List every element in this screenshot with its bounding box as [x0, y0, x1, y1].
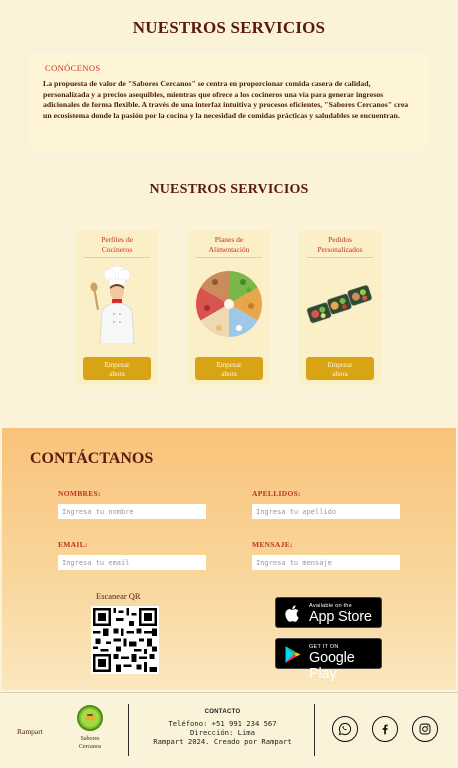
start-now-button[interactable]: Empezar ahora [306, 357, 374, 380]
divider [128, 704, 129, 756]
meal-containers-illustration [306, 284, 373, 324]
google-play-big-text: Google Play [309, 650, 355, 682]
footer-contact-title: CONTACTO [204, 709, 241, 715]
divider [196, 257, 262, 258]
divider [314, 704, 315, 756]
email-label: EMAIL: [58, 540, 88, 549]
qr-label: Escanear QR [96, 591, 141, 601]
footer-brand: Rampart [17, 727, 43, 736]
card-title-line1: Planes de [214, 235, 244, 244]
footer: Rampart Sabores Cercanos CONTACTO Teléfo… [0, 692, 458, 768]
footer-contact: CONTACTO Teléfono: +51 991 234 567 Direc… [140, 709, 305, 747]
button-line2: ahora [109, 370, 125, 378]
about-label: CONÓCENOS [45, 63, 101, 73]
service-card-custom-orders: Pedidos Personalizados Empezar ahora [299, 230, 381, 385]
google-play-icon [285, 646, 301, 663]
qr-code [91, 606, 159, 674]
app-store-button[interactable]: Available on the App Store [275, 597, 382, 628]
surnames-input[interactable] [252, 504, 400, 519]
card-title-line2: Alimentación [208, 245, 250, 254]
instagram-link[interactable] [412, 716, 438, 742]
google-play-button[interactable]: GET IT ON Google Play [275, 638, 382, 682]
names-input[interactable] [58, 504, 206, 519]
service-card-title: Pedidos Personalizados [299, 235, 381, 255]
card-title-line2: Personalizados [317, 245, 363, 254]
surnames-label: APELLIDOS: [252, 489, 301, 498]
about-section: CONÓCENOS La propuesta de valor de "Sabo… [29, 53, 429, 150]
about-text: La propuesta de valor de "Sabores Cercan… [43, 79, 409, 120]
logo-mark [81, 709, 99, 727]
start-now-button[interactable]: Empezar ahora [195, 357, 263, 380]
service-card-chefs: Perfiles de Cocineros Empezar ahora [76, 230, 158, 385]
whatsapp-icon [338, 722, 352, 736]
start-now-button[interactable]: Empezar ahora [83, 357, 151, 380]
chef-illustration [90, 265, 135, 344]
message-label: MENSAJE: [252, 540, 293, 549]
divider [307, 257, 373, 258]
card-title-line2: Cocineros [101, 245, 133, 254]
app-store-big-text: App Store [309, 609, 372, 625]
button-line2: ahora [332, 370, 348, 378]
card-title-line1: Perfiles de [101, 235, 133, 244]
divider [84, 257, 150, 258]
sabores-cercanos-logo [77, 705, 103, 731]
service-card-title: Perfiles de Cocineros [76, 235, 158, 255]
apple-icon [285, 605, 299, 622]
message-input[interactable] [252, 555, 400, 570]
facebook-link[interactable] [372, 716, 398, 742]
page: NUESTROS SERVICIOS CONÓCENOS La propuest… [0, 0, 458, 768]
facebook-icon [382, 724, 388, 735]
service-card-title: Planes de Alimentación [188, 235, 270, 255]
card-title-line1: Pedidos [328, 235, 352, 244]
footer-credits: Rampart 2024. Creado por Rampart [153, 737, 292, 747]
button-line1: Empezar [104, 361, 130, 369]
services-title: NUESTROS SERVICIOS [149, 182, 309, 197]
logo-label: Sabores Cercanos [72, 736, 108, 751]
contact-title: CONTÁCTANOS [30, 450, 154, 467]
service-card-meal-plans: Planes de Alimentación Empezar ahora [188, 230, 270, 385]
qr-code-image [93, 608, 157, 672]
email-input[interactable] [58, 555, 206, 570]
contact-section: CONTÁCTANOS NOMBRES: APELLIDOS: EMAIL: M… [2, 428, 456, 690]
food-wheel-illustration [195, 271, 263, 337]
button-line1: Empezar [327, 361, 353, 369]
names-label: NOMBRES: [58, 489, 101, 498]
instagram-icon [419, 723, 431, 735]
footer-phone: Teléfono: +51 991 234 567 [168, 719, 277, 728]
button-line1: Empezar [216, 361, 242, 369]
logo-label-line2: Cercanos [78, 743, 102, 750]
footer-address: Dirección: Lima [190, 728, 255, 738]
logo-label-line1: Sabores [80, 736, 100, 742]
services-cards: Perfiles de Cocineros Empezar ahora Plan… [76, 230, 386, 385]
button-line2: ahora [221, 370, 237, 378]
whatsapp-link[interactable] [332, 716, 358, 742]
page-title: NUESTROS SERVICIOS [132, 18, 326, 37]
